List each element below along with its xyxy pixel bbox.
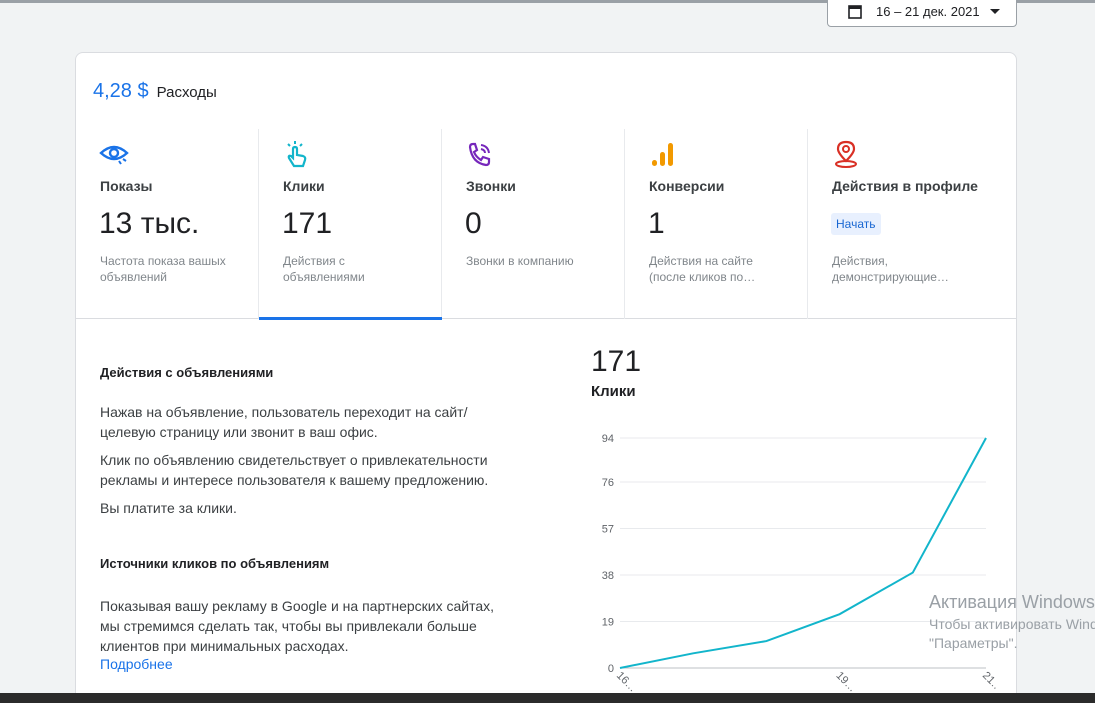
info-paragraph: Вы платите за клики. [100, 500, 237, 516]
metric-clicks[interactable]: Клики 171 Действия с объявлениями [259, 129, 442, 320]
metric-value: 0 [465, 207, 482, 240]
metric-description: Действия, демонстрирующие… [832, 254, 949, 284]
date-range-label: 16 – 21 дек. 2021 [876, 4, 980, 19]
metric-value: 13 тыс. [99, 207, 200, 240]
info-paragraph: Нажав на объявление, пользователь перехо… [100, 404, 468, 440]
y-tick-label: 0 [608, 663, 614, 675]
metric-conversions[interactable]: Конверсии 1 Действия на сайте (после кли… [625, 129, 808, 319]
y-tick-label: 57 [602, 524, 614, 536]
info-panel: Действия с объявлениями Нажав на объявле… [100, 365, 500, 672]
spend-amount: 4,28 $ [93, 80, 149, 102]
chevron-down-icon [989, 9, 1000, 14]
y-tick-label: 94 [602, 433, 614, 445]
metric-value: 171 [282, 207, 333, 240]
metric-description: Частота показа вашых объявлений [100, 254, 226, 284]
info-title: Действия с объявлениями [100, 365, 274, 380]
metrics-row: Показы 13 тыс. Частота показа вашых объя… [76, 129, 1016, 320]
overview-card: 4,28 $ Расходы Показы 13 тыс. Частота по… [75, 52, 1017, 703]
metric-name: Показы [100, 178, 153, 194]
x-tick-label: 16… [614, 670, 639, 695]
spend-label: Расходы [156, 84, 217, 101]
bar-chart-icon [652, 143, 673, 166]
map-pin-icon [835, 140, 857, 168]
tap-icon [287, 141, 307, 168]
metric-name: Конверсии [649, 178, 725, 194]
learn-more-link[interactable]: Подробнее [100, 656, 500, 672]
y-tick-label: 76 [602, 477, 614, 489]
x-tick-label: 19… [833, 670, 858, 695]
metric-description: Действия с объявлениями [283, 254, 365, 284]
metric-name: Клики [283, 178, 325, 194]
spend-summary: 4,28 $ Расходы [93, 80, 217, 103]
metric-name: Звонки [466, 178, 516, 194]
metric-name: Действия в профиле [832, 178, 978, 194]
x-tick-label: 21… [980, 670, 996, 695]
chart-total: 171 [591, 345, 642, 378]
info-title-sources: Источники кликов по объявлениям [100, 556, 330, 571]
calendar-icon [848, 5, 862, 19]
eye-icon [99, 145, 129, 165]
metric-value: 1 [648, 207, 665, 240]
metric-description: Звонки в компанию [466, 254, 574, 268]
chart-header: 171 Клики [591, 345, 641, 400]
watermark-text: "Параметры". [929, 635, 1018, 651]
clicks-line-chart: 0 19 38 57 76 94 16… 19… 21… [602, 433, 996, 695]
phone-icon [468, 142, 491, 167]
watermark-text: Чтобы активировать Windows [929, 616, 1095, 632]
watermark-title: Активация Windows [929, 592, 1095, 612]
active-tab-indicator [259, 317, 442, 320]
metric-profile-actions[interactable]: Действия в профиле Начать Действия, демо… [808, 129, 1016, 319]
metric-calls[interactable]: Звонки 0 Звонки в компанию [442, 129, 625, 319]
taskbar [0, 693, 1095, 703]
date-range-picker[interactable]: 16 – 21 дек. 2021 [827, 0, 1017, 27]
windows-activation-watermark: Активация Windows Чтобы активировать Win… [929, 592, 1095, 651]
y-tick-label: 38 [602, 570, 614, 582]
start-button[interactable]: Начать [831, 213, 881, 235]
info-paragraph: Клик по объявлению свидетельствует о при… [100, 452, 489, 488]
info-paragraph: Показывая вашу рекламу в Google и на пар… [100, 598, 495, 654]
y-tick-label: 19 [602, 617, 614, 629]
chart-metric-label: Клики [591, 383, 636, 400]
metric-description: Действия на сайте (после кликов по… [649, 254, 756, 284]
metric-impressions[interactable]: Показы 13 тыс. Частота показа вашых объя… [76, 129, 259, 319]
